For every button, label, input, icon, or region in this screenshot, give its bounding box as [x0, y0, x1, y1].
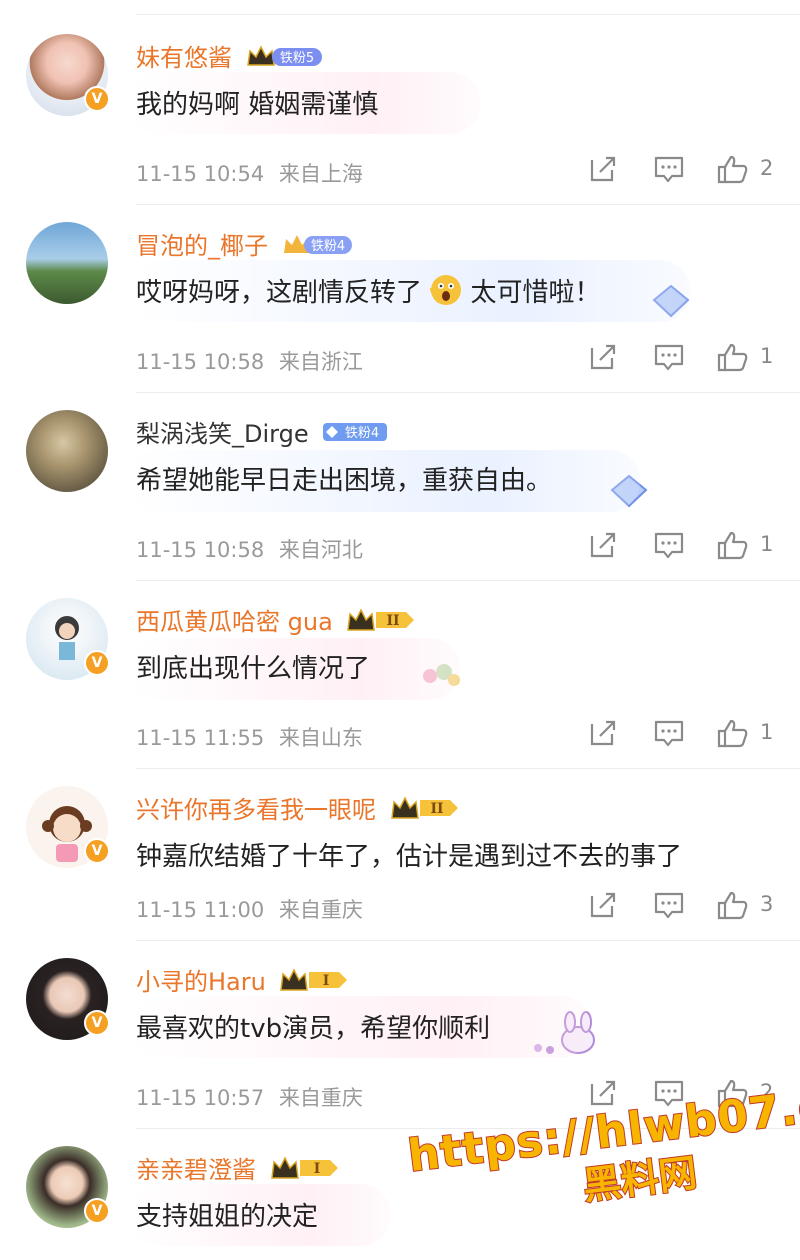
comment-text: 哎呀妈呀，这剧情反转了 太可惜啦！	[136, 272, 601, 313]
svg-text:II: II	[430, 801, 443, 817]
svg-text:铁粉5: 铁粉5	[280, 51, 314, 66]
comment-time: 11-15 10:58	[136, 538, 265, 562]
comment-icon[interactable]	[652, 342, 686, 372]
level-badge: II	[390, 794, 460, 828]
divider	[136, 204, 800, 205]
verified-badge-icon: V	[84, 86, 110, 112]
comment-text: 钟嘉欣结婚了十年了，估计是遇到过不去的事了	[136, 842, 683, 872]
watermark: https://hlwb07.com 黑料网	[404, 1070, 800, 1231]
verified-badge-icon: V	[84, 650, 110, 676]
comment-time: 11-15 10:58	[136, 350, 265, 374]
share-icon[interactable]	[586, 154, 620, 184]
fan-badge: 铁粉4	[282, 231, 354, 263]
scream-emoji-icon	[429, 274, 462, 313]
svg-text:II: II	[387, 613, 400, 629]
comment-time: 11-15 10:54	[136, 162, 265, 186]
verified-badge-icon: V	[84, 1010, 110, 1036]
svg-text:铁粉4: 铁粉4	[311, 239, 345, 254]
like-count: 3	[760, 892, 774, 916]
username[interactable]: 梨涡浅笑_Dirge 铁粉4	[136, 414, 388, 450]
verified-badge-icon: V	[84, 1198, 110, 1224]
comment-location: 来自浙江	[278, 350, 363, 374]
svg-text:I: I	[313, 1161, 320, 1177]
like-icon[interactable]	[716, 718, 750, 748]
like-count: 1	[760, 344, 774, 368]
comment-time: 11-15 11:00	[136, 898, 265, 922]
svg-text:I: I	[323, 973, 330, 989]
username[interactable]: 兴许你再多看我一眼呢 II	[136, 790, 460, 828]
comment-icon[interactable]	[652, 530, 686, 560]
comment-meta: 11-15 10:58 来自浙江	[136, 346, 363, 376]
like-count: 1	[760, 720, 774, 744]
avatar[interactable]	[26, 222, 108, 304]
svg-text:铁粉4: 铁粉4	[345, 426, 379, 441]
comment-location: 来自山东	[278, 726, 363, 750]
avatar[interactable]: V	[26, 598, 110, 680]
level-badge: I	[279, 966, 349, 1000]
avatar[interactable]: V	[26, 786, 110, 868]
username[interactable]: 西瓜黄瓜哈密 gua II	[136, 602, 416, 640]
level-badge: I	[270, 1154, 340, 1188]
like-icon[interactable]	[716, 890, 750, 920]
share-icon[interactable]	[586, 890, 620, 920]
comment-text: 我的妈啊 婚姻需谨慎	[136, 90, 379, 120]
comment-icon[interactable]	[652, 718, 686, 748]
fan-badge: 铁粉5	[246, 43, 324, 75]
comment-icon[interactable]	[652, 890, 686, 920]
avatar[interactable]: V	[26, 958, 110, 1040]
comment-time: 11-15 10:57	[136, 1086, 265, 1110]
comment-text: 希望她能早日走出困境，重获自由。	[136, 466, 553, 496]
share-icon[interactable]	[586, 342, 620, 372]
username[interactable]: 亲亲碧澄酱 I	[136, 1150, 340, 1188]
avatar[interactable]	[26, 410, 108, 492]
username[interactable]: 妹有悠酱 铁粉5	[136, 38, 324, 75]
comment-meta: 11-15 10:54 来自上海	[136, 158, 363, 188]
comment-time: 11-15 11:55	[136, 726, 265, 750]
avatar[interactable]: V	[26, 34, 110, 116]
divider	[136, 392, 800, 393]
comment-text: 支持姐姐的决定	[136, 1202, 319, 1232]
comment-location: 来自重庆	[278, 898, 363, 922]
share-icon[interactable]	[586, 718, 620, 748]
comment-location: 来自重庆	[278, 1086, 363, 1110]
like-icon[interactable]	[716, 342, 750, 372]
comment-meta: 11-15 11:00 来自重庆	[136, 894, 363, 924]
comment-icon[interactable]	[652, 154, 686, 184]
like-icon[interactable]	[716, 530, 750, 560]
divider	[136, 940, 800, 941]
username[interactable]: 小寻的Haru I	[136, 962, 349, 1000]
comment-location: 来自上海	[278, 162, 363, 186]
verified-badge-icon: V	[84, 838, 110, 864]
comment-text: 到底出现什么情况了	[136, 654, 371, 684]
divider	[136, 768, 800, 769]
divider	[136, 580, 800, 581]
comment-meta: 11-15 10:58 来自河北	[136, 534, 363, 564]
like-count: 1	[760, 532, 774, 556]
comment-meta: 11-15 11:55 来自山东	[136, 722, 363, 752]
comment-location: 来自河北	[278, 538, 363, 562]
comment-meta: 11-15 10:57 来自重庆	[136, 1082, 363, 1112]
level-badge: II	[346, 606, 416, 640]
fan-badge: 铁粉4	[322, 420, 388, 450]
like-count: 2	[760, 156, 774, 180]
share-icon[interactable]	[586, 530, 620, 560]
like-icon[interactable]	[716, 154, 750, 184]
avatar[interactable]: V	[26, 1146, 110, 1228]
comment-text: 最喜欢的tvb演员，希望你顺利	[136, 1014, 491, 1044]
divider	[136, 14, 800, 15]
username[interactable]: 冒泡的_椰子 铁粉4	[136, 226, 354, 263]
share-icon[interactable]	[586, 1078, 620, 1108]
